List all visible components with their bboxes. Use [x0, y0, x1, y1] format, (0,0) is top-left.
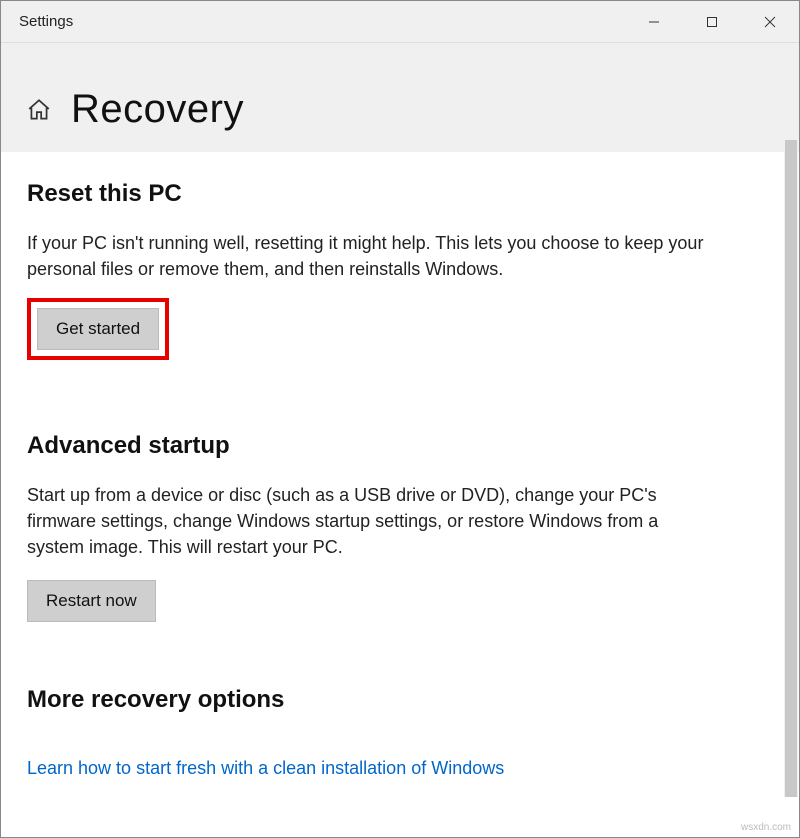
start-fresh-link[interactable]: Learn how to start fresh with a clean in…	[27, 758, 504, 779]
advanced-startup-heading: Advanced startup	[27, 432, 773, 460]
reset-pc-description: If your PC isn't running well, resetting…	[27, 230, 707, 282]
home-icon-svg	[26, 97, 52, 123]
section-reset-pc: Reset this PC If your PC isn't running w…	[27, 180, 773, 360]
restart-now-button[interactable]: Restart now	[27, 580, 156, 622]
minimize-button[interactable]	[625, 1, 683, 42]
minimize-icon	[648, 16, 660, 28]
more-recovery-heading: More recovery options	[27, 686, 773, 714]
highlight-annotation: Get started	[27, 298, 169, 360]
section-more-recovery-options: More recovery options Learn how to start…	[27, 686, 773, 779]
content-area: Reset this PC If your PC isn't running w…	[1, 152, 799, 799]
close-button[interactable]	[741, 1, 799, 42]
advanced-startup-description: Start up from a device or disc (such as …	[27, 482, 707, 560]
titlebar: Settings	[1, 1, 799, 43]
section-advanced-startup: Advanced startup Start up from a device …	[27, 432, 773, 622]
page-title: Recovery	[71, 87, 244, 132]
reset-pc-heading: Reset this PC	[27, 180, 773, 208]
maximize-button[interactable]	[683, 1, 741, 42]
close-icon	[764, 16, 776, 28]
page-header: Recovery	[1, 43, 799, 152]
vertical-scrollbar[interactable]	[784, 140, 798, 797]
scroll-thumb[interactable]	[785, 140, 797, 797]
get-started-button[interactable]: Get started	[37, 308, 159, 350]
home-icon[interactable]	[25, 96, 53, 124]
watermark: wsxdn.com	[741, 822, 791, 833]
window-controls	[625, 1, 799, 42]
window-title: Settings	[1, 13, 73, 30]
maximize-icon	[706, 16, 718, 28]
